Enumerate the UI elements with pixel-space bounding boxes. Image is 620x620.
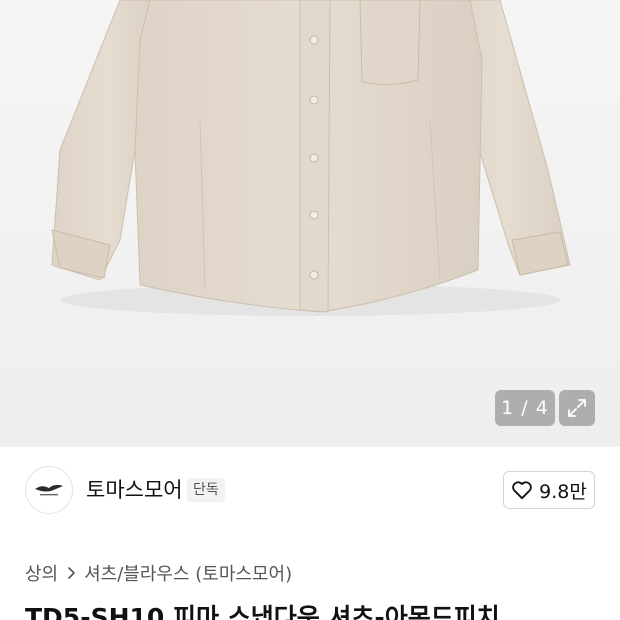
bird-logo-icon [35, 484, 63, 496]
gallery-page-text: 1 / 4 [501, 397, 549, 419]
product-image-gallery[interactable]: 1 / 4 [0, 0, 620, 447]
breadcrumb-item-category[interactable]: 셔츠/블라우스 (토마스모어) [84, 560, 292, 586]
category-breadcrumb: 상의 셔츠/블라우스 (토마스모어) [25, 560, 292, 586]
heart-outline-icon [512, 481, 532, 500]
product-title: TD5-SH10 피마 스냅다운 셔츠-아몬드피치 [25, 603, 500, 620]
exclusive-badge: 단독 [187, 478, 225, 502]
breadcrumb-separator [66, 566, 76, 580]
chevron-right-icon [68, 567, 75, 579]
gallery-page-indicator: 1 / 4 [495, 390, 555, 426]
like-count: 9.8만 [539, 480, 587, 503]
like-button[interactable]: 9.8만 [503, 471, 595, 509]
brand-logo[interactable] [25, 466, 73, 514]
brand-name[interactable]: 토마스모어 [86, 476, 183, 504]
product-image [51, 0, 571, 316]
brand-row: 토마스모어 단독 9.8만 [0, 447, 620, 535]
fullscreen-button[interactable] [559, 390, 595, 426]
breadcrumb-item-top[interactable]: 상의 [25, 560, 58, 586]
expand-icon [568, 399, 586, 417]
